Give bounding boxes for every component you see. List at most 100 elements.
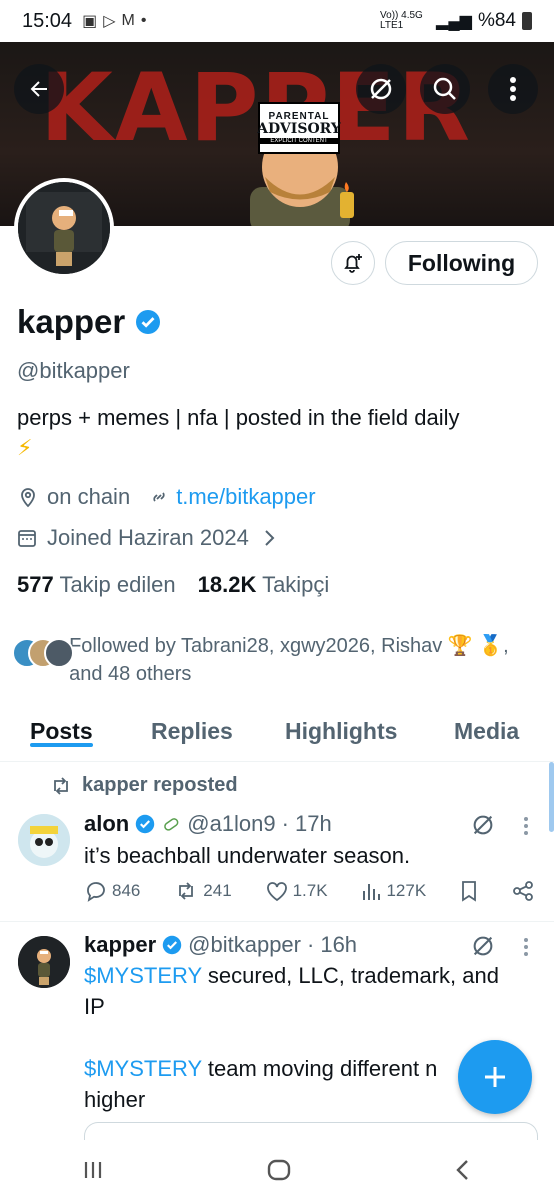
post-author-name[interactable]: kapper (84, 932, 156, 958)
sticker-line2: ADVISORY (257, 121, 341, 137)
verified-badge-icon (136, 310, 161, 334)
profile-link[interactable]: t.me/bitkapper (176, 484, 315, 510)
more-options-button[interactable] (488, 64, 538, 114)
status-time: 15:04 (22, 9, 73, 32)
verified-badge-icon (136, 814, 155, 834)
gallery-icon: ▣ (82, 13, 98, 30)
parental-advisory-sticker: PARENTAL ADVISORY EXPLICIT CONTENT (257, 102, 341, 154)
tab-posts[interactable]: Posts (30, 708, 93, 747)
back-button[interactable] (14, 64, 64, 114)
scrollbar[interactable] (549, 762, 554, 832)
play-store-icon: ▷ (103, 13, 116, 30)
post-text-line2: team moving different n (201, 1056, 438, 1081)
like-button[interactable]: 1.7K (265, 880, 328, 902)
reply-button[interactable]: 846 (84, 880, 140, 902)
location-pin-icon (21, 488, 35, 508)
more-vertical-icon (510, 77, 516, 101)
followed-by-text: Followed by Tabrani28, xgwy2026, Rishav … (69, 635, 509, 685)
analytics-icon (363, 884, 381, 900)
post-separator: · (307, 932, 315, 957)
battery-percent: %84 (477, 10, 516, 31)
profile-handle: @bitkapper (17, 358, 130, 383)
profile-bio: perps + memes | nfa | posted in the fiel… (17, 403, 537, 463)
share-icon[interactable] (512, 880, 534, 902)
cashtag-link[interactable]: $MYSTERY (84, 963, 202, 988)
following-button[interactable]: Following (385, 241, 538, 285)
sticker-line3: EXPLICIT CONTENT (260, 138, 338, 144)
arrow-left-icon (30, 81, 47, 97)
signal-icon: ▂▄▆ (436, 13, 472, 30)
plus-icon (485, 1067, 505, 1087)
bell-plus-icon (344, 254, 362, 273)
grok-icon[interactable] (470, 812, 496, 838)
compose-post-button[interactable] (458, 1040, 532, 1114)
profile-avatar[interactable] (14, 178, 114, 278)
calendar-icon (18, 530, 36, 547)
tab-media[interactable]: Media (454, 708, 519, 745)
recent-apps-icon[interactable] (81, 1159, 105, 1181)
follower-avatar (44, 638, 74, 668)
back-nav-icon[interactable] (453, 1158, 473, 1182)
search-icon (433, 77, 456, 100)
profile-name-row: kapper (17, 303, 161, 341)
following-label: Takip edilen (59, 572, 176, 597)
post-more-icon[interactable] (523, 937, 529, 957)
post-header: kapper @bitkapper · 16h (84, 932, 357, 958)
followers-stat[interactable]: 18.2K Takipçi (198, 572, 330, 598)
home-icon[interactable] (266, 1157, 292, 1183)
link-icon (153, 492, 165, 502)
reply-count: 846 (112, 881, 141, 900)
verified-badge-icon (162, 935, 182, 955)
profile-joined: Joined Haziran 2024 (47, 525, 249, 550)
post-text-line3: higher (84, 1087, 146, 1112)
tab-highlights[interactable]: Highlights (285, 708, 397, 745)
grok-icon[interactable] (470, 933, 496, 959)
lightning-emoji: ⚡ (17, 435, 33, 460)
cashtag-link[interactable]: $MYSTERY (84, 1056, 202, 1081)
pill-emoji-icon (164, 818, 179, 831)
following-count: 577 (17, 572, 54, 597)
followers-label: Takipçi (262, 572, 330, 597)
post-author-avatar[interactable] (18, 814, 70, 866)
repost-button[interactable]: 241 (173, 881, 232, 901)
battery-icon (522, 12, 532, 30)
bookmark-icon[interactable] (459, 880, 479, 902)
grok-button[interactable] (356, 64, 406, 114)
repost-label: kapper reposted (82, 774, 238, 796)
repost-icon (54, 776, 68, 795)
like-count: 1.7K (292, 881, 328, 900)
profile-name: kapper (17, 303, 126, 340)
search-button[interactable] (420, 64, 470, 114)
post-author-name[interactable]: alon (84, 811, 129, 837)
post-time: 17h (294, 811, 332, 836)
avatar-image (18, 182, 110, 274)
post-text: it’s beachball underwater season. (84, 843, 411, 868)
follower-avatars (12, 632, 74, 672)
views-button[interactable]: 127K (360, 880, 426, 902)
notifications-toggle-button[interactable] (331, 241, 375, 285)
post-author-avatar[interactable] (18, 936, 70, 988)
chevron-right-icon (265, 530, 275, 546)
profile-stats: 577 Takip edilen 18.2K Takipçi (17, 572, 329, 598)
tab-replies[interactable]: Replies (151, 708, 233, 745)
post-author-handle[interactable]: @a1lon9 (187, 811, 275, 837)
system-nav-bar (0, 1140, 554, 1200)
network-indicator: Vo)) 4.5G LTE1 (380, 10, 423, 31)
followed-by-row[interactable]: Followed by Tabrani28, xgwy2026, Rishav … (12, 632, 532, 688)
grok-icon (370, 78, 392, 100)
bio-text: perps + memes | nfa | posted in the fiel… (17, 405, 460, 430)
profile-joined-row[interactable]: Joined Haziran 2024 (17, 525, 277, 551)
repost-icon (179, 882, 194, 900)
profile-location: on chain (47, 484, 131, 509)
reply-icon (87, 882, 105, 902)
post-more-icon[interactable] (523, 816, 529, 836)
heart-icon (266, 882, 287, 902)
post-author-handle[interactable]: @bitkapper (188, 932, 301, 958)
status-bar: 15:04 ▣ ▷ M • Vo)) 4.5G LTE1 ▂▄▆ %84 (0, 0, 554, 42)
followers-count: 18.2K (197, 572, 257, 597)
profile-meta-row: on chain t.me/bitkapper (17, 484, 316, 510)
view-count: 127K (386, 881, 427, 900)
following-stat[interactable]: 577 Takip edilen (17, 572, 176, 598)
post-actions: 846 241 1.7K 127K (84, 880, 534, 902)
post-time: 16h (320, 932, 358, 957)
